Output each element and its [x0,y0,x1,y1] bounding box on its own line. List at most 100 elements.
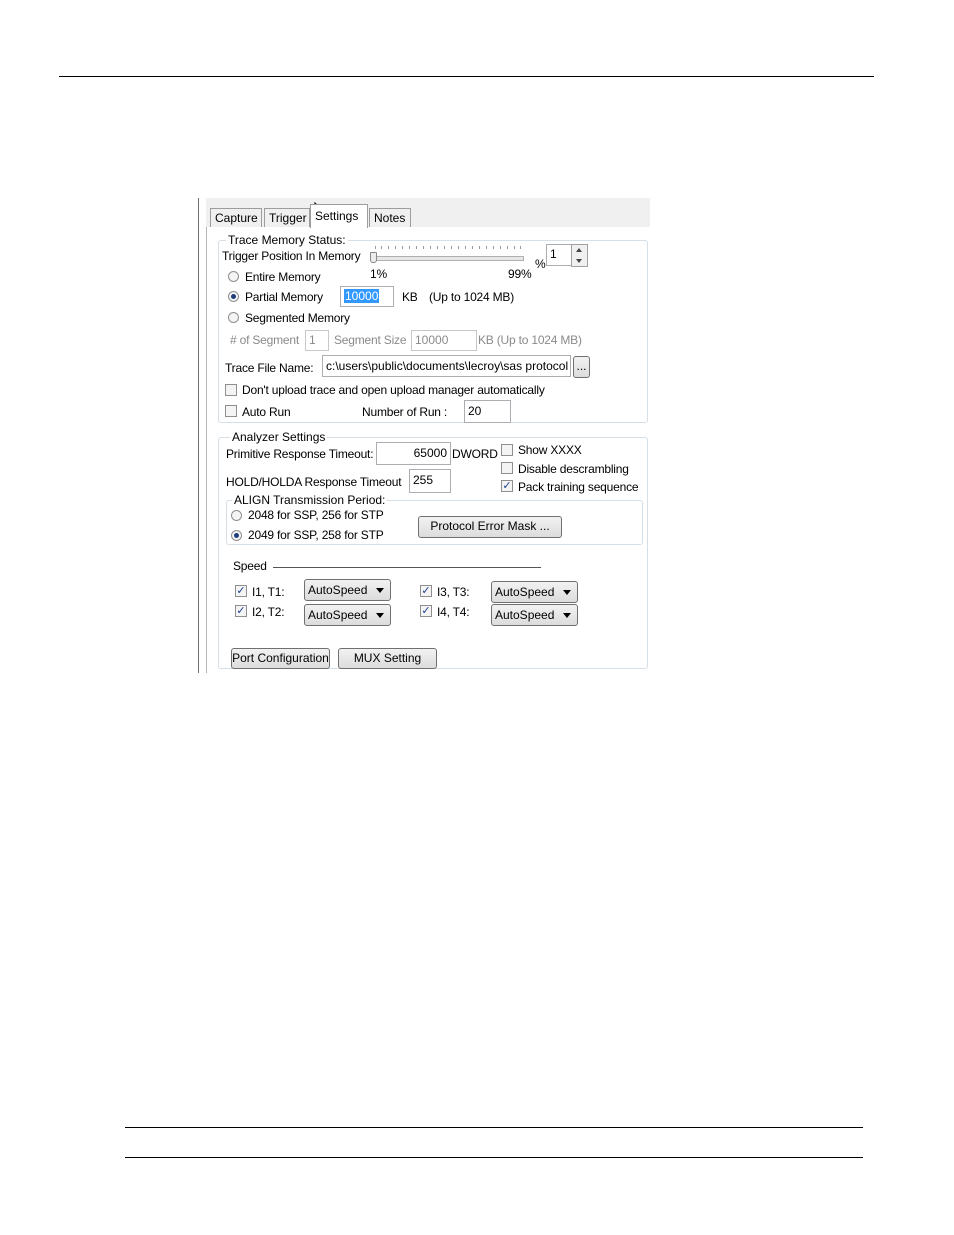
segment-kb-hint: KB (Up to 1024 MB) [478,333,582,347]
port1-speed-select[interactable]: AutoSpeed [304,579,391,601]
slider-tick [486,246,487,249]
segmented-memory-label: Segmented Memory [245,311,350,325]
port3-label: I3, T3: [437,585,470,599]
show-xxxx-label: Show XXXX [518,443,582,457]
disable-descrambling-checkbox[interactable] [501,462,513,474]
port4-label: I4, T4: [437,605,470,619]
slider-tick [375,246,376,249]
percent-sign: % [535,257,546,271]
trigger-position-spinner[interactable] [571,244,588,267]
primitive-timeout-label: Primitive Response Timeout: [226,447,374,461]
slider-tick [472,246,473,249]
align-option2-label: 2049 for SSP, 258 for STP [248,528,384,542]
entire-memory-radio[interactable] [228,271,239,282]
slider-max-label: 99% [508,267,532,281]
disable-descrambling-label: Disable descrambling [518,462,629,476]
dont-upload-label: Don't upload trace and open upload manag… [242,383,545,397]
tab-capture[interactable]: Capture [210,208,262,227]
show-xxxx-checkbox[interactable] [501,444,513,456]
trigger-position-label: Trigger Position In Memory [222,249,361,263]
auto-run-checkbox[interactable] [225,405,237,417]
align-option1-label: 2048 for SSP, 256 for STP [248,508,384,522]
port2-label: I2, T2: [252,605,285,619]
trace-memory-legend: Trace Memory Status: [226,233,348,247]
protocol-error-mask-button[interactable]: Protocol Error Mask ... [418,516,562,538]
slider-tick [409,246,410,249]
port1-checkbox[interactable]: ✓ [235,585,247,597]
tab-settings[interactable]: Settings [310,204,368,228]
pack-training-checkbox[interactable]: ✓ [501,480,513,492]
slider-tick [402,246,403,249]
slider-tick [395,246,396,249]
slider-thumb[interactable] [370,252,377,263]
entire-memory-label: Entire Memory [245,270,321,284]
port3-speed-value: AutoSpeed [495,585,555,599]
align-legend: ALIGN Transmission Period: [232,493,388,507]
align-option2-radio[interactable] [231,530,242,541]
slider-tick [423,246,424,249]
chevron-down-icon [563,613,571,618]
speed-divider [273,567,541,568]
slider-tick [520,246,521,249]
port3-speed-select[interactable]: AutoSpeed [491,581,578,603]
segmented-memory-radio[interactable] [228,312,239,323]
slider-tick [430,246,431,249]
footer-rule-top [125,1127,863,1128]
tab-trigger[interactable]: Trigger [264,208,310,227]
port2-speed-select[interactable]: AutoSpeed [304,604,391,626]
slider-tick [451,246,452,249]
slider-tick [493,246,494,249]
port1-label: I1, T1: [252,585,285,599]
slider-tick [388,246,389,249]
header-rule [59,76,874,77]
browse-button[interactable]: ... [573,356,590,378]
chevron-down-icon [376,613,384,618]
trace-file-input[interactable]: c:\users\public\documents\lecroy\sas pro… [322,355,571,377]
tab-notes[interactable]: Notes [369,208,411,227]
segment-count-input[interactable]: 1 [305,330,329,351]
align-option1-radio[interactable] [231,510,242,521]
kb-hint: (Up to 1024 MB) [429,290,515,304]
port4-speed-select[interactable]: AutoSpeed [491,604,578,626]
slider-tick [514,246,515,249]
slider-tick [444,246,445,249]
port2-speed-value: AutoSpeed [308,608,368,622]
slider-tick [416,246,417,249]
chevron-down-icon [376,588,384,593]
partial-memory-radio[interactable] [228,291,239,302]
trigger-position-input[interactable]: 1 [546,244,572,266]
partial-memory-value: 10000 [344,289,380,303]
speed-label: Speed [233,559,267,573]
slider-tick [381,246,382,249]
segment-size-input[interactable]: 10000 [411,330,477,351]
port4-checkbox[interactable]: ✓ [420,605,432,617]
number-of-run-input[interactable]: 20 [464,400,511,423]
mux-setting-button[interactable]: MUX Setting [338,648,437,669]
slider-tick [507,246,508,249]
slider-tick [465,246,466,249]
pack-training-label: Pack training sequence [518,480,639,494]
segment-count-label: # of Segment [230,333,299,347]
trigger-position-slider[interactable] [372,256,524,261]
slider-tick [479,246,480,249]
kb-label: KB [402,290,418,304]
analyzer-settings-legend: Analyzer Settings [230,430,328,444]
hold-timeout-input[interactable]: 255 [409,469,451,493]
port4-speed-value: AutoSpeed [495,608,555,622]
port-configuration-button[interactable]: Port Configuration [231,648,330,669]
partial-memory-label: Partial Memory [245,290,323,304]
port2-checkbox[interactable]: ✓ [235,605,247,617]
slider-min-label: 1% [370,267,387,281]
dont-upload-checkbox[interactable] [225,384,237,396]
trace-file-label: Trace File Name: [225,361,314,375]
hold-timeout-label: HOLD/HOLDA Response Timeout [226,475,402,489]
port3-checkbox[interactable]: ✓ [420,585,432,597]
port1-speed-value: AutoSpeed [308,583,368,597]
spin-down-icon[interactable] [572,256,587,266]
slider-tick [500,246,501,249]
slider-tick [437,246,438,249]
partial-memory-input[interactable]: 10000 [340,286,394,307]
spin-up-icon[interactable] [572,245,587,255]
chevron-down-icon [563,590,571,595]
primitive-timeout-input[interactable]: 65000 [376,442,451,465]
